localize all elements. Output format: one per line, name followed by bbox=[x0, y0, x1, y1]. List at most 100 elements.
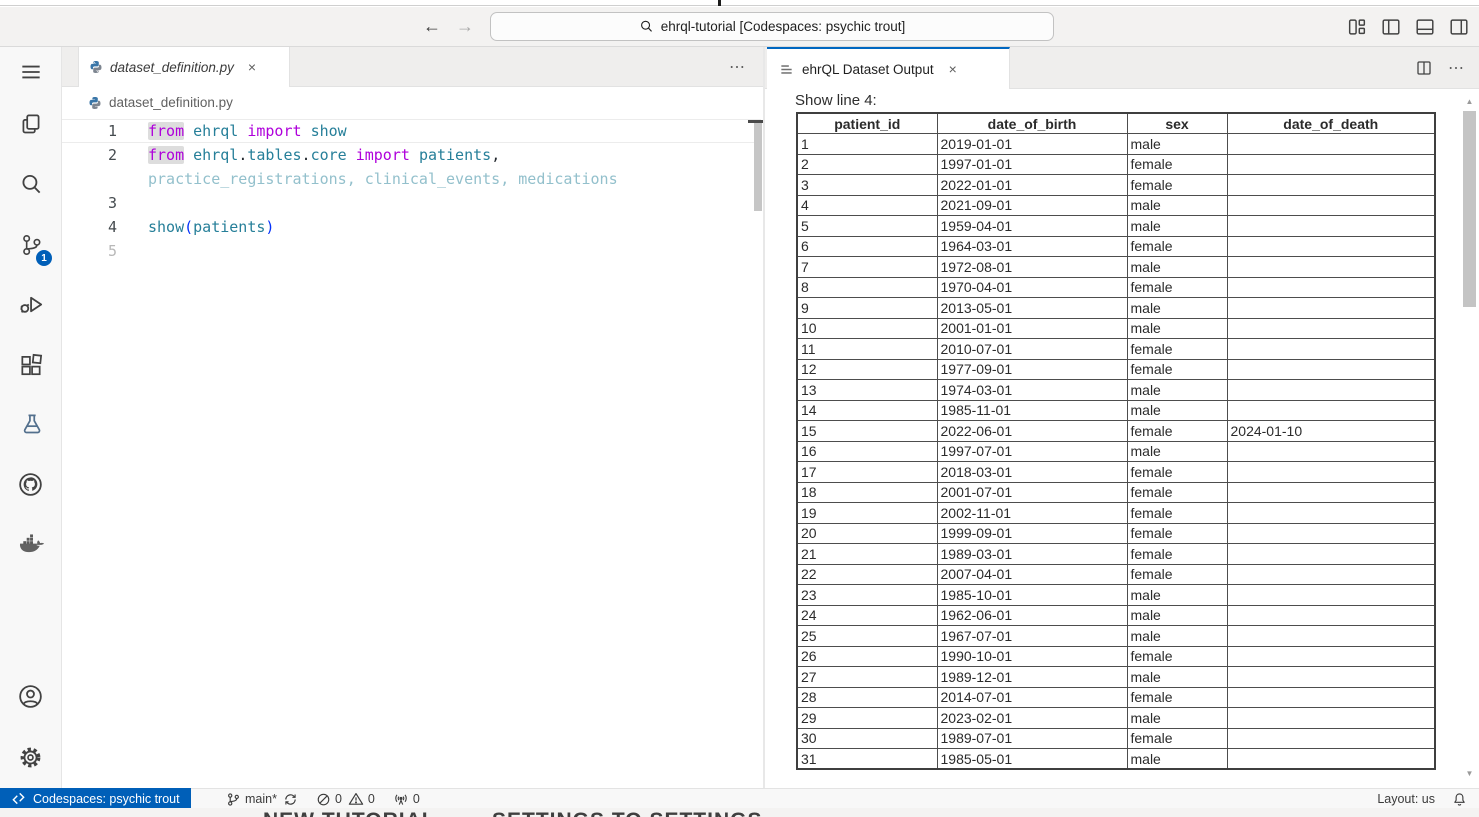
sidebar-item-explorer[interactable] bbox=[0, 100, 61, 148]
table-cell: 1970-04-01 bbox=[937, 277, 1127, 298]
table-cell: 2013-05-01 bbox=[937, 298, 1127, 319]
accounts-icon[interactable] bbox=[0, 672, 61, 720]
breadcrumb-item[interactable]: dataset_definition.py bbox=[109, 95, 233, 110]
code-line[interactable]: practice_registrations, clinical_events,… bbox=[62, 167, 761, 191]
table-cell: 20 bbox=[797, 523, 937, 544]
scrollbar-thumb[interactable] bbox=[1463, 111, 1476, 307]
output-more-actions[interactable]: ⋯ bbox=[1448, 58, 1466, 78]
table-cell: 21 bbox=[797, 544, 937, 565]
branch-status-item[interactable]: main* bbox=[226, 792, 298, 807]
table-cell: 3 bbox=[797, 175, 937, 196]
table-cell bbox=[1227, 277, 1435, 298]
table-cell: 13 bbox=[797, 380, 937, 401]
breadcrumb[interactable]: dataset_definition.py bbox=[62, 87, 233, 118]
layout-status-item[interactable]: Layout: us bbox=[1377, 792, 1435, 806]
table-row: 251967-07-01male bbox=[797, 626, 1435, 647]
table-cell: 1989-03-01 bbox=[937, 544, 1127, 565]
table-cell bbox=[1227, 687, 1435, 708]
sidebar-item-source-control[interactable]: 1 bbox=[0, 221, 61, 269]
table-cell: 1972-08-01 bbox=[937, 257, 1127, 278]
forward-button[interactable]: → bbox=[456, 14, 474, 38]
table-cell: female bbox=[1127, 277, 1227, 298]
settings-gear-icon[interactable] bbox=[0, 733, 61, 781]
table-cell: 1985-05-01 bbox=[937, 749, 1127, 770]
table-cell: 2021-09-01 bbox=[937, 195, 1127, 216]
close-icon[interactable]: × bbox=[248, 59, 256, 75]
table-row: 92013-05-01male bbox=[797, 298, 1435, 319]
table-cell: female bbox=[1127, 728, 1227, 749]
customize-layout-icon[interactable] bbox=[1346, 16, 1368, 38]
ports-status-item[interactable]: 0 bbox=[393, 791, 420, 807]
code-line[interactable]: 5 bbox=[62, 239, 761, 263]
sidebar-item-testing[interactable] bbox=[0, 400, 61, 448]
table-cell: 14 bbox=[797, 400, 937, 421]
editor-more-actions[interactable]: ⋯ bbox=[729, 47, 747, 87]
table-cell: 22 bbox=[797, 564, 937, 585]
table-cell bbox=[1227, 646, 1435, 667]
table-cell: 1985-10-01 bbox=[937, 585, 1127, 606]
output-tabstrip: ehrQL Dataset Output × ⋯ bbox=[765, 47, 1479, 89]
table-row: 231985-10-01male bbox=[797, 585, 1435, 606]
table-cell: 1997-01-01 bbox=[937, 154, 1127, 175]
table-cell: female bbox=[1127, 482, 1227, 503]
remote-indicator[interactable]: Codespaces: psychic trout bbox=[0, 788, 191, 809]
table-cell bbox=[1227, 339, 1435, 360]
line-number: 5 bbox=[62, 239, 117, 263]
table-row: 301989-07-01female bbox=[797, 728, 1435, 749]
scroll-up-icon[interactable]: ▲ bbox=[1463, 97, 1476, 107]
command-center-search[interactable]: ehrql-tutorial [Codespaces: psychic trou… bbox=[490, 12, 1054, 41]
table-cell bbox=[1227, 441, 1435, 462]
editor-scrollbar[interactable] bbox=[754, 123, 762, 211]
code-line[interactable]: 4show(patients) bbox=[62, 215, 761, 239]
show-line-heading: Show line 4: bbox=[795, 92, 877, 109]
back-button[interactable]: ← bbox=[423, 14, 441, 38]
table-cell bbox=[1227, 175, 1435, 196]
sidebar-item-search[interactable] bbox=[0, 160, 61, 208]
table-cell: 1977-09-01 bbox=[937, 359, 1127, 380]
tab-ehrql-dataset-output[interactable]: ehrQL Dataset Output × bbox=[767, 47, 1010, 89]
code-line[interactable]: 2from ehrql.tables.core import patients, bbox=[62, 143, 761, 167]
table-cell bbox=[1227, 503, 1435, 524]
table-cell: 2007-04-01 bbox=[937, 564, 1127, 585]
table-cell: male bbox=[1127, 667, 1227, 688]
table-cell bbox=[1227, 728, 1435, 749]
code-editor[interactable]: 1from ehrql import show2from ehrql.table… bbox=[62, 119, 761, 263]
toggle-primary-sidebar-icon[interactable] bbox=[1380, 16, 1402, 38]
table-cell: female bbox=[1127, 503, 1227, 524]
sidebar-item-docker[interactable] bbox=[0, 520, 61, 568]
table-cell: male bbox=[1127, 298, 1227, 319]
line-number: 1 bbox=[62, 119, 117, 143]
webview-scrollbar[interactable]: ▲ ▼ bbox=[1463, 97, 1476, 785]
notifications-bell-icon[interactable] bbox=[1452, 792, 1467, 807]
problems-status-item[interactable]: 0 0 bbox=[316, 791, 375, 807]
toggle-secondary-sidebar-icon[interactable] bbox=[1448, 16, 1470, 38]
table-row: 292023-02-01male bbox=[797, 708, 1435, 729]
sidebar-item-extensions[interactable] bbox=[0, 341, 61, 389]
table-cell: male bbox=[1127, 257, 1227, 278]
sidebar-item-run-debug[interactable] bbox=[0, 280, 61, 328]
table-cell: female bbox=[1127, 421, 1227, 442]
output-group: ehrQL Dataset Output × ⋯ Show line 4: pa… bbox=[765, 47, 1479, 788]
titlebar: ← → ehrql-tutorial [Codespaces: psychic … bbox=[0, 7, 1479, 47]
close-icon[interactable]: × bbox=[949, 61, 957, 77]
scroll-down-icon[interactable]: ▼ bbox=[1463, 769, 1476, 779]
table-cell: 16 bbox=[797, 441, 937, 462]
sidebar-item-github[interactable] bbox=[0, 460, 61, 508]
table-row: 222007-04-01female bbox=[797, 564, 1435, 585]
table-cell: female bbox=[1127, 175, 1227, 196]
clipped-text: NEW TUTORIAL bbox=[263, 809, 436, 817]
table-cell: 12 bbox=[797, 359, 937, 380]
table-cell: male bbox=[1127, 605, 1227, 626]
tab-dataset-definition[interactable]: dataset_definition.py × bbox=[78, 47, 290, 87]
toggle-panel-icon[interactable] bbox=[1414, 16, 1436, 38]
remote-label: Codespaces: psychic trout bbox=[33, 792, 180, 806]
split-editor-icon[interactable] bbox=[1415, 59, 1433, 77]
code-line[interactable]: 3 bbox=[62, 191, 761, 215]
menu-icon[interactable] bbox=[0, 48, 61, 96]
code-line[interactable]: 1from ehrql import show bbox=[62, 119, 761, 143]
status-bar: Codespaces: psychic trout main* 0 0 0 La… bbox=[0, 788, 1479, 808]
table-cell: male bbox=[1127, 134, 1227, 155]
table-row: 211989-03-01female bbox=[797, 544, 1435, 565]
table-row: 12019-01-01male bbox=[797, 134, 1435, 155]
table-cell: 2023-02-01 bbox=[937, 708, 1127, 729]
